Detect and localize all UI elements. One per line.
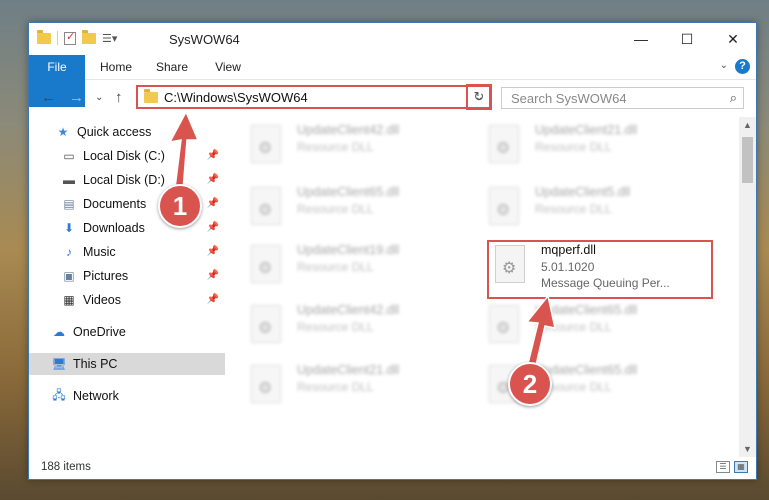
callout-arrows xyxy=(168,110,556,375)
arrow-1 xyxy=(168,110,200,191)
callout-1: 1 xyxy=(158,184,202,228)
callout-2: 2 xyxy=(508,362,552,406)
